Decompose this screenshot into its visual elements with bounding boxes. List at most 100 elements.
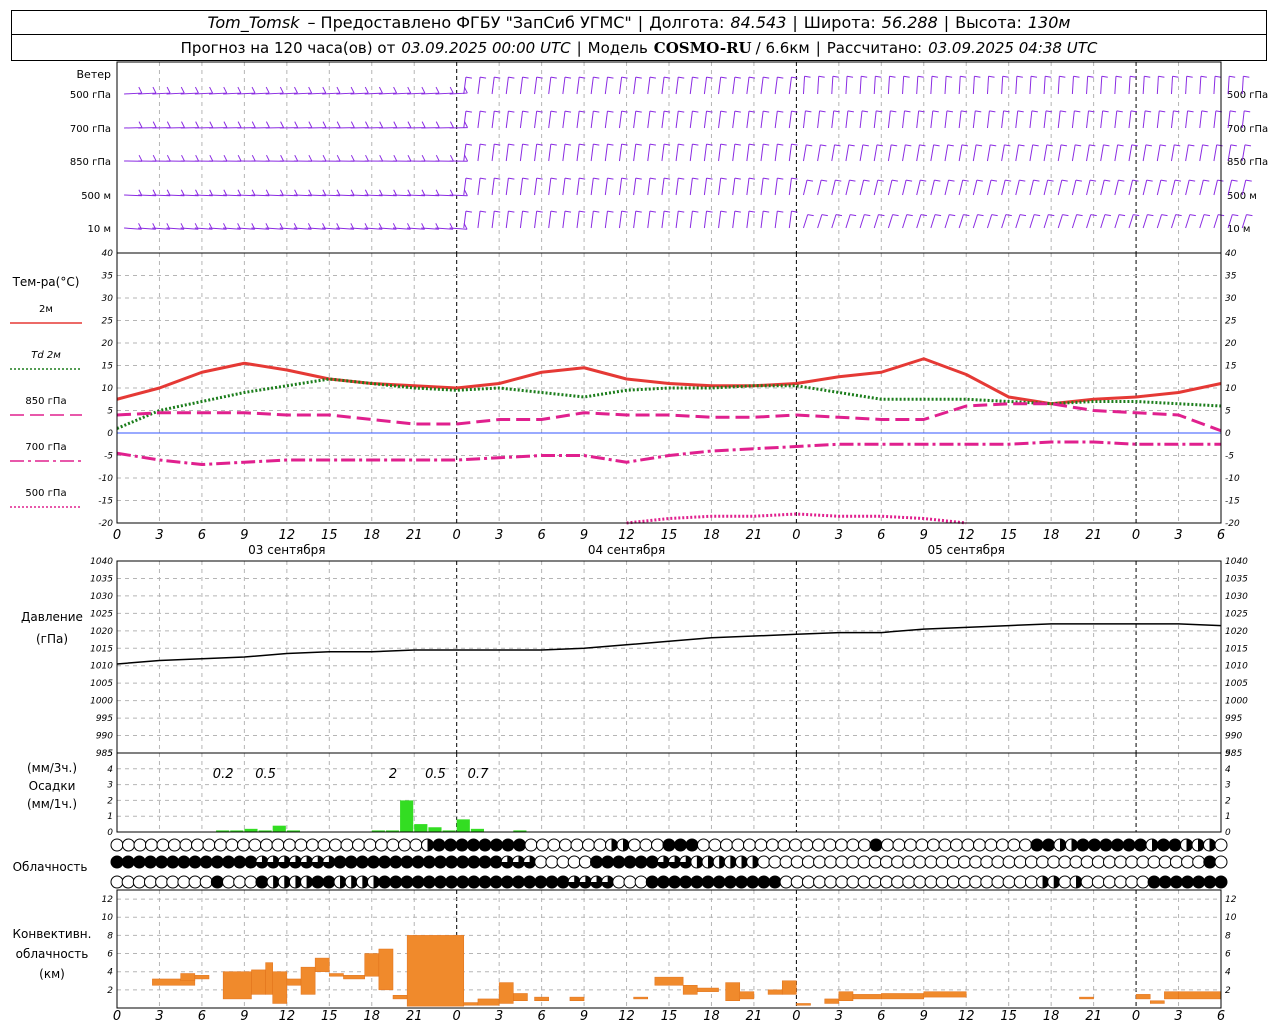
- wind-barb-flag: [820, 144, 827, 147]
- wind-barb: [703, 77, 708, 95]
- wind-barb: [873, 144, 878, 162]
- wind-barb: [633, 77, 637, 95]
- pressure-tick-left: 1025: [90, 609, 113, 619]
- temp-tick-right: -5: [1225, 452, 1234, 462]
- wind-barb-flag: [479, 177, 487, 180]
- wind-barb-flag: [564, 177, 572, 180]
- cloud-symbol: [639, 838, 653, 852]
- temp-tick-right: 35: [1225, 272, 1237, 282]
- cloud-symbol-fill: [757, 876, 770, 888]
- wind-level-right: 10 м: [1227, 224, 1250, 235]
- temp-tick-right: 25: [1225, 317, 1237, 327]
- wind-barb: [534, 211, 538, 229]
- cloud-symbol: [969, 855, 983, 869]
- wind-barb-flag: [1118, 179, 1125, 182]
- wind-barb-flag: [863, 179, 870, 182]
- cloud-symbol: [835, 875, 849, 889]
- conv-bar: [725, 982, 741, 1001]
- wind-barb: [1086, 214, 1092, 229]
- wind-barb-flag: [607, 143, 614, 146]
- conv-x-tick: 3: [835, 1009, 843, 1024]
- cloud-symbol: [868, 855, 882, 869]
- cloud-symbol: [199, 875, 213, 889]
- wind-barb-flag: [1230, 144, 1237, 147]
- wind-barb: [548, 111, 552, 129]
- wind-barb: [831, 214, 837, 229]
- wind-barb-flag: [621, 210, 628, 213]
- wind-barb-flag: [1004, 144, 1011, 147]
- wind-barb-flag: [393, 121, 398, 128]
- cloud-symbol: [121, 875, 135, 889]
- cloud-symbol: [766, 838, 779, 852]
- wind-barb-flag: [1005, 214, 1012, 217]
- wind-barb-flag: [1187, 110, 1194, 113]
- wind-barb: [661, 77, 665, 95]
- wind-barb: [604, 144, 608, 162]
- cloud-symbol-fill: [1203, 856, 1216, 868]
- conv-tick-right: 2: [1225, 986, 1231, 996]
- conv-bar: [1079, 996, 1094, 1000]
- wind-barb-flag: [821, 214, 828, 217]
- conv-bar: [406, 935, 465, 1007]
- wind-barb: [774, 178, 778, 196]
- wind-barb: [661, 178, 665, 196]
- wind-barb: [576, 111, 580, 129]
- wind-barb-flag: [1046, 144, 1053, 147]
- wind-barb: [887, 214, 894, 229]
- wind-barb: [1156, 76, 1159, 95]
- wind-barb-flag: [1159, 144, 1167, 147]
- wind-barb-flag: [508, 210, 515, 213]
- wind-barb-flag: [1217, 179, 1224, 182]
- wind-barb: [845, 144, 850, 162]
- legend-label: Td 2м: [31, 350, 61, 361]
- wind-barb-flag: [1073, 75, 1080, 78]
- wind-barb-flag: [777, 76, 784, 79]
- temp-x-tick: 6: [198, 528, 206, 543]
- cloud-symbol-fill: [189, 856, 202, 868]
- wind-barb: [519, 144, 524, 162]
- wind-barb: [477, 211, 481, 229]
- precip-value-label: 2: [389, 767, 397, 782]
- wind-barb-flag: [861, 75, 868, 78]
- conv-bar: [824, 998, 840, 1004]
- wind-barb-flag: [663, 76, 671, 79]
- wind-barb-flag: [1118, 214, 1126, 217]
- wind-barb-flag: [734, 76, 741, 79]
- wind-barb-flag: [209, 121, 214, 128]
- wind-barb: [1170, 214, 1177, 229]
- wind-barb: [1043, 179, 1049, 196]
- conv-x-tick: 0: [453, 1009, 461, 1024]
- wind-barb-flag: [508, 76, 515, 79]
- precip-bar: [456, 819, 470, 832]
- wind-barb-flag: [435, 121, 440, 128]
- wind-barb-flag: [734, 143, 741, 146]
- cloud-symbol-fill: [501, 876, 514, 888]
- conv-tick-left: 12: [102, 895, 114, 905]
- wind-barb: [930, 214, 936, 229]
- wind-barb: [972, 214, 979, 229]
- wind-level-right: 500 м: [1227, 191, 1257, 202]
- wind-barb-flag: [932, 110, 939, 113]
- wind-barb-flag: [479, 143, 487, 146]
- conv-bar: [739, 991, 755, 1000]
- cloud-symbol: [634, 875, 648, 889]
- wind-barb-flag: [322, 86, 327, 94]
- wind-barb: [958, 214, 964, 229]
- precip-value-label: 0.5: [425, 767, 446, 782]
- wind-barb: [562, 111, 566, 129]
- cloud-symbol: [1125, 855, 1139, 869]
- wind-level-left: 850 гПа: [70, 157, 111, 168]
- wind-barb-flag: [864, 214, 871, 217]
- temp-x-tick: 3: [495, 528, 503, 543]
- wind-barb-flag: [294, 154, 299, 162]
- wind-barb: [916, 179, 921, 196]
- cloud-symbol: [1013, 875, 1027, 889]
- wind-barb-flag: [421, 86, 426, 94]
- wind-barb-flag: [1133, 214, 1140, 217]
- temp-tick-left: 0: [107, 429, 113, 439]
- wind-barb-flag: [1075, 179, 1082, 182]
- pressure-tick-left: 1030: [90, 592, 113, 602]
- wind-barb-flag: [720, 210, 727, 213]
- wind-barb: [817, 110, 821, 129]
- cloud-symbol-fill: [378, 856, 391, 868]
